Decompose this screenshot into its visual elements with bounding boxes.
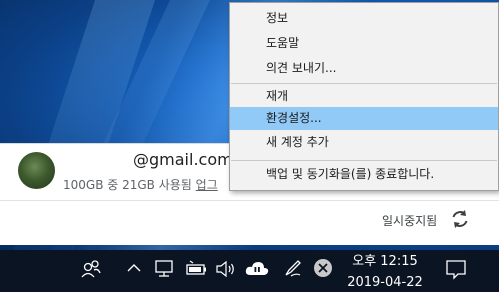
chevron-up-icon	[127, 264, 141, 272]
people-icon	[81, 260, 101, 278]
upgrade-link[interactable]: 업그	[196, 178, 218, 192]
people-button[interactable]	[80, 258, 102, 284]
notification-icon	[446, 260, 466, 280]
menu-separator	[231, 160, 497, 161]
pen-button[interactable]	[282, 257, 304, 283]
action-center-button[interactable]	[445, 258, 467, 284]
account-email: @gmail.com	[133, 150, 233, 169]
storage-usage: 100GB 중 21GB 사용됨 업그	[63, 176, 218, 193]
notification-dismiss-button[interactable]	[313, 258, 333, 282]
speaker-icon	[216, 260, 234, 278]
sync-button[interactable]	[449, 208, 471, 230]
paused-status: 일시중지됨	[382, 214, 438, 228]
battery-icon	[186, 260, 206, 275]
menu-item-preferences[interactable]: 환경설정...	[230, 107, 498, 130]
divider	[0, 200, 499, 201]
avatar	[18, 152, 55, 189]
storage-usage-text: 100GB 중 21GB 사용됨	[63, 178, 192, 192]
close-circle-icon	[314, 259, 332, 277]
menu-item-add-account[interactable]: 새 계정 추가	[230, 131, 498, 154]
pen-icon	[285, 260, 301, 277]
taskbar-clock[interactable]: 오후 12:15 2019-04-22	[345, 253, 425, 292]
battery-button[interactable]	[184, 259, 208, 283]
show-hidden-icons-button[interactable]	[126, 260, 142, 280]
volume-button[interactable]	[214, 259, 238, 283]
network-button[interactable]	[154, 259, 176, 283]
menu-item-quit[interactable]: 백업 및 동기화을(를) 종료합니다.	[230, 163, 498, 186]
menu-item-resume[interactable]: 재개	[230, 85, 498, 108]
menu-separator	[231, 83, 497, 84]
clock-date: 2019-04-22	[347, 275, 423, 290]
menu-item-about[interactable]: 정보	[230, 7, 498, 30]
sync-icon	[452, 210, 468, 228]
network-icon	[155, 260, 173, 277]
tray-context-menu: 정보 도움말 의견 보내기... 재개 환경설정... 새 계정 추가 백업 및…	[229, 2, 499, 191]
backup-sync-tray-button[interactable]	[244, 259, 270, 283]
menu-item-help[interactable]: 도움말	[230, 32, 498, 55]
cloud-pause-icon	[245, 262, 269, 275]
menu-item-feedback[interactable]: 의견 보내기...	[230, 57, 498, 80]
redacted-name	[62, 152, 132, 166]
clock-time: 오후 12:15	[352, 254, 418, 269]
